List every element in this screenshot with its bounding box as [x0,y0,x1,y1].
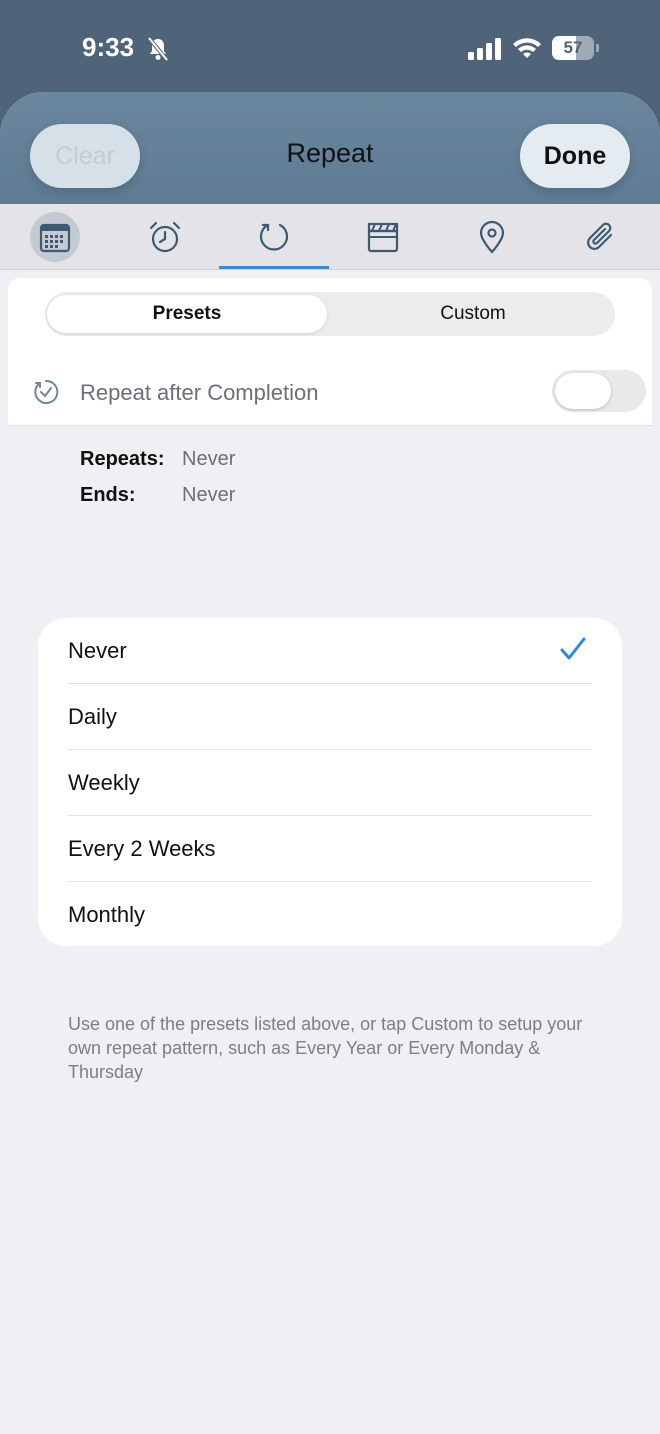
presets-footnote: Use one of the presets listed above, or … [68,1014,583,1082]
ends-label: Ends: [80,484,136,506]
sheet-header: Clear Repeat Done [0,92,660,204]
repeat-panel: Presets Custom Repeat after Completion R… [8,278,652,1376]
repeat-after-completion-label: Repeat after Completion [80,380,319,405]
preset-options-list: Never Daily Weekly Every 2 Weeks Monthly [38,618,622,946]
option-label: Never [68,638,127,663]
cellular-signal-icon [468,38,501,60]
repeats-value: Never [182,448,236,470]
option-label: Every 2 Weeks [68,836,216,861]
option-label: Monthly [68,902,146,927]
repeat-after-completion-row: Repeat after Completion [8,358,652,426]
checkmark-icon [560,637,586,660]
repeat-after-completion-toggle[interactable] [552,370,646,412]
option-daily[interactable]: Daily [68,684,592,750]
tab-clapperboard[interactable] [328,204,438,270]
repeats-label: Repeats: [80,448,165,470]
option-label: Weekly [68,770,140,795]
segment-custom[interactable]: Custom [333,295,613,333]
paperclip-icon [587,222,613,250]
location-pin-icon [479,220,505,254]
done-button[interactable]: Done [520,124,630,188]
bell-slash-icon [147,36,169,62]
battery-icon: 57 [552,36,600,60]
segment-presets[interactable]: Presets [47,295,327,333]
status-bar: 9:33 57 [0,0,660,96]
repeat-after-completion-icon [34,379,59,404]
option-monthly[interactable]: Monthly [68,882,592,948]
tab-alarm[interactable] [110,204,220,270]
option-every-2-weeks[interactable]: Every 2 Weeks [68,816,592,882]
detail-tabbar [0,204,660,270]
wifi-icon [513,38,541,58]
option-weekly[interactable]: Weekly [68,750,592,816]
option-never[interactable]: Never [68,618,592,684]
toggle-knob [555,373,611,409]
battery-level: 57 [563,38,583,57]
tab-repeat[interactable] [219,204,329,270]
tab-location[interactable] [437,204,547,270]
calendar-icon [39,223,71,253]
repeat-icon [259,223,289,251]
ends-value: Never [182,484,236,506]
tab-calendar[interactable] [0,204,110,270]
tab-attachments[interactable] [546,204,656,270]
status-time: 9:33 [82,32,135,62]
clapperboard-icon [367,222,399,253]
mode-segmented-control: Presets Custom [45,292,615,336]
alarm-clock-icon [149,221,181,253]
repeat-settings-card: Presets Custom Repeat after Completion [8,278,652,426]
tab-selected-indicator [219,266,329,269]
repeat-sheet: Clear Repeat Done Presets Custom Repeat … [0,92,660,1434]
option-label: Daily [68,704,117,729]
